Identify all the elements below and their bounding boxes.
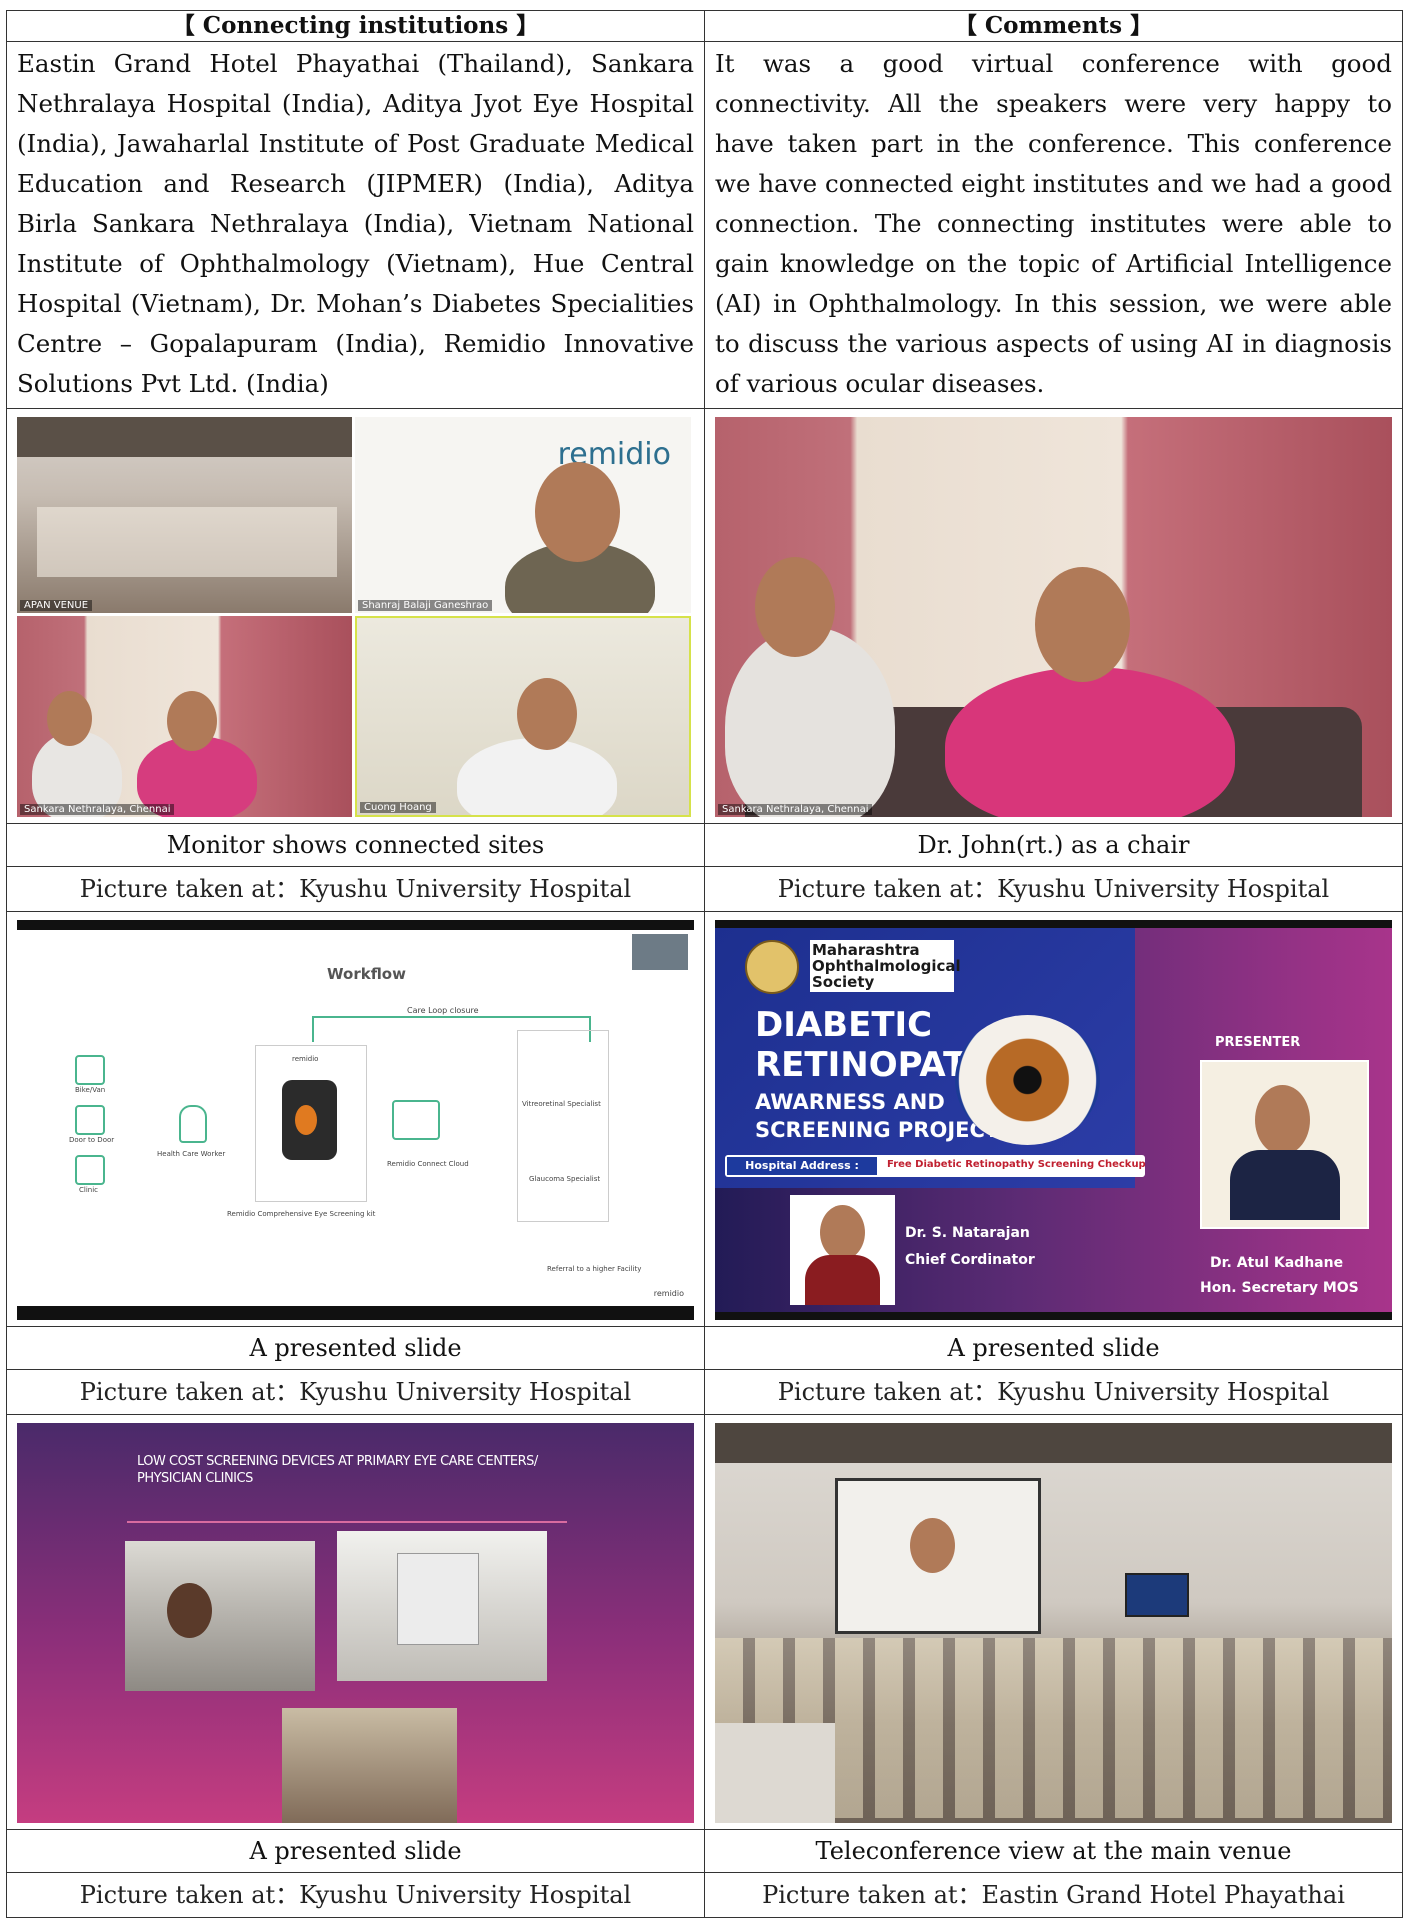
report-table: 【 Connecting institutions 】 【 Comments 】… — [6, 10, 1403, 1918]
photo-mos-slide: Maharashtra Ophthalmological Society DIA… — [704, 911, 1403, 1327]
slide-label: Clinic — [79, 1186, 99, 1194]
tile-label: Shanraj Balaji Ganeshrao — [358, 600, 493, 611]
picture-location: Picture taken at：Eastin Grand Hotel Phay… — [704, 1872, 1403, 1918]
photo-main-venue — [704, 1414, 1403, 1830]
slide-title-line: DIABETIC — [755, 1005, 933, 1045]
photo-caption: A presented slide — [6, 1829, 705, 1873]
slide-label: remidio — [292, 1055, 319, 1063]
photo-workflow-slide: Workflow Care Loop closure remidio Bike/… — [6, 911, 705, 1327]
picture-location: Picture taken at：Kyushu University Hospi… — [6, 866, 705, 912]
comments-text: It was a good virtual conference with go… — [704, 41, 1403, 409]
picture-location: Picture taken at：Kyushu University Hospi… — [6, 1369, 705, 1415]
photo-screening-devices: LOW COST SCREENING DEVICES AT PRIMARY EY… — [6, 1414, 705, 1830]
slide-label: Bike/Van — [75, 1086, 106, 1094]
tile-label: Sankara Nethralaya, Chennai — [20, 804, 175, 815]
slide-label: Referral to a higher Facility — [547, 1265, 642, 1273]
comments-header: 【 Comments 】 — [704, 10, 1403, 42]
presenter-label: PRESENTER — [1215, 1035, 1301, 1050]
tile-remidio-speaker: remidio Shanraj Balaji Ganeshrao — [355, 417, 691, 613]
slide-label: Remidio Comprehensive Eye Screening kit — [227, 1210, 376, 1218]
tile-apan-venue: APAN VENUE — [17, 417, 352, 613]
coordinator-role: Chief Cordinator — [905, 1252, 1035, 1268]
tile-label: Cuong Hoang — [360, 802, 436, 813]
photo-caption: Teleconference view at the main venue — [704, 1829, 1403, 1873]
society-name: Maharashtra Ophthalmological Society — [810, 940, 961, 992]
institutions-text: Eastin Grand Hotel Phayathai (Thailand),… — [6, 41, 705, 409]
slide-title-line: AWARNESS AND — [755, 1090, 945, 1114]
picture-location: Picture taken at：Kyushu University Hospi… — [6, 1872, 705, 1918]
report-page: 【 Connecting institutions 】 【 Comments 】… — [0, 0, 1409, 1918]
tile-sankara: Sankara Nethralaya, Chennai — [17, 616, 352, 817]
photo-caption: A presented slide — [704, 1326, 1403, 1370]
coordinator-name: Dr. S. Natarajan — [905, 1225, 1030, 1241]
slide-title: LOW COST SCREENING DEVICES AT PRIMARY EY… — [137, 1454, 538, 1486]
picture-location: Picture taken at：Kyushu University Hospi… — [704, 866, 1403, 912]
photo-caption: A presented slide — [6, 1326, 705, 1370]
slide-label: Door to Door — [69, 1136, 115, 1144]
presenter-role: Hon. Secretary MOS — [1200, 1280, 1359, 1296]
slide-label: Vitreoretinal Specialist — [522, 1100, 601, 1108]
slide-label: Health Care Worker — [157, 1150, 226, 1158]
photo-monitor-sites: APAN VENUE remidio Shanraj Balaji Ganesh… — [6, 408, 705, 824]
photo-caption: Dr. John(rt.) as a chair — [704, 823, 1403, 867]
tile-label: Sankara Nethralaya, Chennai — [718, 804, 873, 815]
tile-cuong-hoang: Cuong Hoang — [355, 616, 691, 817]
photo-chair: Sankara Nethralaya, Chennai — [704, 408, 1403, 824]
hospital-address-label: Hospital Address : — [727, 1157, 877, 1175]
slide-label: remidio — [653, 1289, 684, 1298]
slide-label: Glaucoma Specialist — [529, 1175, 601, 1183]
slide-title: Workflow — [327, 965, 406, 983]
picture-location: Picture taken at：Kyushu University Hospi… — [704, 1369, 1403, 1415]
tile-label: APAN VENUE — [20, 600, 93, 611]
slide-label: Remidio Connect Cloud — [387, 1160, 469, 1168]
institutions-header: 【 Connecting institutions 】 — [6, 10, 705, 42]
photo-caption: Monitor shows connected sites — [6, 823, 705, 867]
slide-label: Care Loop closure — [407, 1006, 479, 1015]
checkup-text: Free Diabetic Retinopathy Screening Chec… — [887, 1159, 1146, 1170]
slide-title-line: SCREENING PROJECT — [755, 1118, 1000, 1142]
presenter-name: Dr. Atul Kadhane — [1210, 1255, 1344, 1271]
